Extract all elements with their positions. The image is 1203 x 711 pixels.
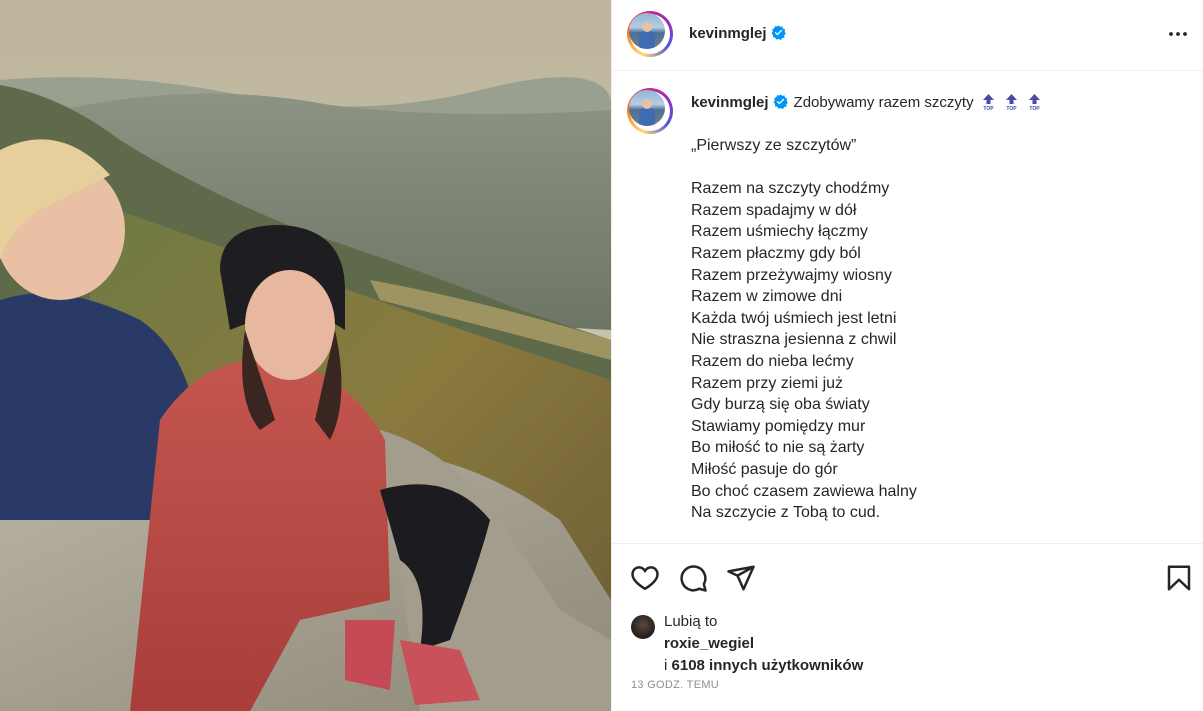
poem-line: Razem uśmiechy łączmy xyxy=(691,223,868,241)
poem-line: Stawiamy pomiędzy mur xyxy=(691,417,866,435)
top-arrow-emoji-icon: TOP xyxy=(982,94,994,111)
svg-text:TOP: TOP xyxy=(983,106,994,111)
poem-line: Razem przeżywajmy wiosny xyxy=(691,266,892,284)
caption-author-avatar[interactable] xyxy=(627,88,673,134)
verified-badge-icon xyxy=(773,94,788,109)
caption-username[interactable]: kevinmglej xyxy=(691,94,769,111)
poem-line: Razem do nieba lećmy xyxy=(691,352,854,370)
poem-line: Gdy burzą się oba światy xyxy=(691,396,870,414)
heart-icon[interactable] xyxy=(630,563,660,593)
post-photo[interactable] xyxy=(0,0,611,711)
poem-line: Na szczycie z Tobą to cud. xyxy=(691,504,881,522)
caption-head: kevinmglej Zdobywamy razem szczyty TOP TOP T… xyxy=(691,93,1043,113)
poem-line: Nie straszna jesienna z chwil xyxy=(691,331,897,349)
poem-line: Bo choć czasem zawiewa halny xyxy=(691,482,917,500)
comment-icon[interactable] xyxy=(678,563,708,593)
caption-poem: „Pierwszy ze szczytów” Razem na szczyty … xyxy=(691,135,1191,524)
author-username[interactable]: kevinmglej xyxy=(689,25,786,42)
verified-badge-icon xyxy=(771,25,786,40)
bookmark-icon[interactable] xyxy=(1164,563,1194,593)
post-image xyxy=(0,0,611,711)
post-details-panel: kevinmglej kevinmglej Zdobywamy razem szc… xyxy=(611,0,1203,711)
share-icon[interactable] xyxy=(726,563,756,593)
poem-line: Razem w zimowe dni xyxy=(691,288,843,306)
author-avatar[interactable] xyxy=(627,11,673,57)
top-arrow-emoji-icon: TOP xyxy=(1028,94,1040,111)
post-timestamp[interactable]: 13 GODZ. TEMU xyxy=(631,679,719,691)
poem-line: Razem na szczyty chodźmy xyxy=(691,180,890,198)
poem-line: Razem przy ziemi już xyxy=(691,374,844,392)
poem-line: Razem płaczmy gdy ból xyxy=(691,244,861,262)
poem-line: Każda twój uśmiech jest letni xyxy=(691,309,897,327)
svg-text:TOP: TOP xyxy=(1029,106,1040,111)
poem-line: Razem spadajmy w dół xyxy=(691,201,857,219)
poem-line: Bo miłość to nie są żarty xyxy=(691,439,865,457)
other-likers[interactable]: i 6108 innych użytkowników xyxy=(664,657,863,674)
action-bar xyxy=(612,560,1203,596)
poem-title: „Pierwszy ze szczytów” xyxy=(691,137,857,154)
poem-line: Miłość pasuje do gór xyxy=(691,460,838,478)
first-liker-username[interactable]: roxie_wegiel xyxy=(664,635,754,652)
more-options-icon[interactable] xyxy=(1166,22,1190,46)
post-header: kevinmglej xyxy=(612,0,1203,71)
svg-text:TOP: TOP xyxy=(1006,106,1017,111)
top-arrow-emoji-icon: TOP xyxy=(1005,94,1017,111)
likes-label: Lubią to xyxy=(664,613,718,630)
caption-text: Zdobywamy razem szczyty xyxy=(793,94,974,111)
liker-avatar[interactable] xyxy=(631,615,655,639)
